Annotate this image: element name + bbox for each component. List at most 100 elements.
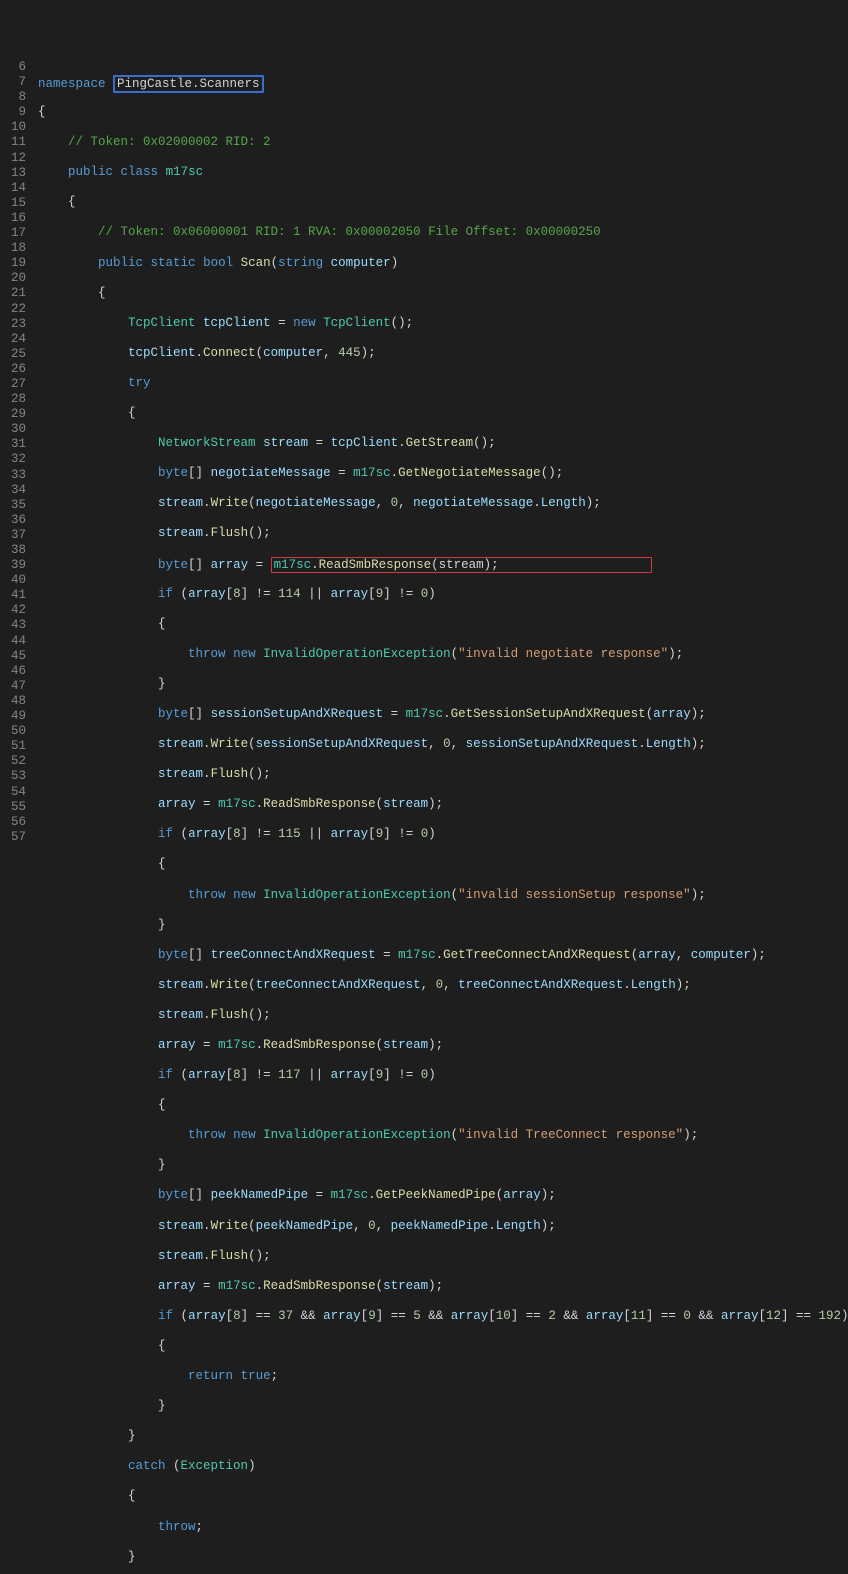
code-line: { xyxy=(38,105,848,120)
line-number: 44 xyxy=(0,634,26,649)
code-line: stream.Flush(); xyxy=(38,526,848,541)
code-line: tcpClient.Connect(computer, 445); xyxy=(38,346,848,361)
line-number: 32 xyxy=(0,452,26,467)
line-number: 27 xyxy=(0,377,26,392)
line-number: 48 xyxy=(0,694,26,709)
code-line: namespace PingCastle.Scanners xyxy=(38,75,848,90)
line-number: 49 xyxy=(0,709,26,724)
line-number: 51 xyxy=(0,739,26,754)
code-line: TcpClient tcpClient = new TcpClient(); xyxy=(38,316,848,331)
line-number: 14 xyxy=(0,181,26,196)
code-line: stream.Flush(); xyxy=(38,767,848,782)
line-number: 6 xyxy=(0,60,26,75)
line-number: 39 xyxy=(0,558,26,573)
line-number: 18 xyxy=(0,241,26,256)
code-line: } xyxy=(38,1550,848,1565)
code-line: } xyxy=(38,677,848,692)
line-number: 24 xyxy=(0,332,26,347)
line-number: 10 xyxy=(0,120,26,135)
line-number: 41 xyxy=(0,588,26,603)
line-number: 22 xyxy=(0,302,26,317)
code-line: byte[] peekNamedPipe = m17sc.GetPeekName… xyxy=(38,1188,848,1203)
line-number: 35 xyxy=(0,498,26,513)
code-line: { xyxy=(38,1098,848,1113)
line-number: 45 xyxy=(0,649,26,664)
code-line: // Token: 0x06000001 RID: 1 RVA: 0x00002… xyxy=(38,225,848,240)
line-number: 7 xyxy=(0,75,26,90)
code-line: // Token: 0x02000002 RID: 2 xyxy=(38,135,848,150)
code-line: throw; xyxy=(38,1520,848,1535)
line-number: 23 xyxy=(0,317,26,332)
line-number: 28 xyxy=(0,392,26,407)
line-number: 12 xyxy=(0,151,26,166)
line-number: 34 xyxy=(0,483,26,498)
line-number: 53 xyxy=(0,769,26,784)
line-number: 30 xyxy=(0,422,26,437)
line-number: 13 xyxy=(0,166,26,181)
line-number: 57 xyxy=(0,830,26,845)
code-line: array = m17sc.ReadSmbResponse(stream); xyxy=(38,1038,848,1053)
highlight-namespace: PingCastle.Scanners xyxy=(113,75,264,93)
line-number: 56 xyxy=(0,815,26,830)
line-number: 40 xyxy=(0,573,26,588)
code-line: array = m17sc.ReadSmbResponse(stream); xyxy=(38,1279,848,1294)
code-line: if (array[8] == 37 && array[9] == 5 && a… xyxy=(38,1309,848,1324)
code-line: stream.Write(negotiateMessage, 0, negoti… xyxy=(38,496,848,511)
line-number: 55 xyxy=(0,800,26,815)
code-line: stream.Write(peekNamedPipe, 0, peekNamed… xyxy=(38,1219,848,1234)
code-line: NetworkStream stream = tcpClient.GetStre… xyxy=(38,436,848,451)
line-number: 11 xyxy=(0,135,26,150)
code-line: { xyxy=(38,617,848,632)
line-number: 36 xyxy=(0,513,26,528)
line-number: 21 xyxy=(0,286,26,301)
line-number: 29 xyxy=(0,407,26,422)
code-line: { xyxy=(38,1339,848,1354)
code-area[interactable]: namespace PingCastle.Scanners { // Token… xyxy=(38,60,848,1574)
line-number: 31 xyxy=(0,437,26,452)
line-number: 9 xyxy=(0,105,26,120)
line-number: 26 xyxy=(0,362,26,377)
code-line: stream.Write(sessionSetupAndXRequest, 0,… xyxy=(38,737,848,752)
code-line: stream.Flush(); xyxy=(38,1249,848,1264)
line-number: 33 xyxy=(0,468,26,483)
code-line: { xyxy=(38,406,848,421)
line-number: 25 xyxy=(0,347,26,362)
line-number: 52 xyxy=(0,754,26,769)
code-line: { xyxy=(38,1489,848,1504)
line-number: 15 xyxy=(0,196,26,211)
line-number: 42 xyxy=(0,603,26,618)
code-line: } xyxy=(38,1429,848,1444)
line-number: 50 xyxy=(0,724,26,739)
code-line: } xyxy=(38,1399,848,1414)
code-editor: 6789101112131415161718192021222324252627… xyxy=(0,60,848,1574)
code-line: array = m17sc.ReadSmbResponse(stream); xyxy=(38,797,848,812)
code-line: return true; xyxy=(38,1369,848,1384)
code-line: byte[] array = m17sc.ReadSmbResponse(str… xyxy=(38,557,848,572)
line-number: 8 xyxy=(0,90,26,105)
highlight-readsmb: m17sc.ReadSmbResponse(stream); xyxy=(271,557,652,573)
code-line: } xyxy=(38,1158,848,1173)
code-line: public static bool Scan(string computer) xyxy=(38,256,848,271)
line-number: 16 xyxy=(0,211,26,226)
code-line: try xyxy=(38,376,848,391)
line-number: 17 xyxy=(0,226,26,241)
code-line: byte[] treeConnectAndXRequest = m17sc.Ge… xyxy=(38,948,848,963)
code-line: stream.Write(treeConnectAndXRequest, 0, … xyxy=(38,978,848,993)
code-line: if (array[8] != 115 || array[9] != 0) xyxy=(38,827,848,842)
line-number: 19 xyxy=(0,256,26,271)
code-line: catch (Exception) xyxy=(38,1459,848,1474)
line-number: 43 xyxy=(0,618,26,633)
code-line: throw new InvalidOperationException("inv… xyxy=(38,888,848,903)
code-line: if (array[8] != 114 || array[9] != 0) xyxy=(38,587,848,602)
line-number: 46 xyxy=(0,664,26,679)
code-line: { xyxy=(38,286,848,301)
code-line: byte[] negotiateMessage = m17sc.GetNegot… xyxy=(38,466,848,481)
code-line: public class m17sc xyxy=(38,165,848,180)
line-number: 20 xyxy=(0,271,26,286)
code-line: throw new InvalidOperationException("inv… xyxy=(38,647,848,662)
code-line: { xyxy=(38,195,848,210)
code-line: if (array[8] != 117 || array[9] != 0) xyxy=(38,1068,848,1083)
line-number-gutter: 6789101112131415161718192021222324252627… xyxy=(0,60,38,1574)
code-line: byte[] sessionSetupAndXRequest = m17sc.G… xyxy=(38,707,848,722)
code-line: { xyxy=(38,857,848,872)
